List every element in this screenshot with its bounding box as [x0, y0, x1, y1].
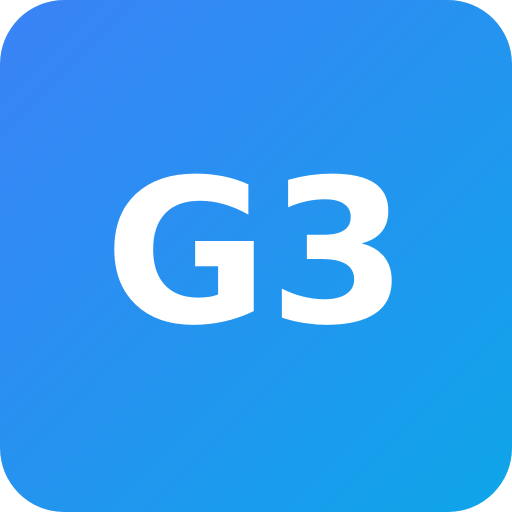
- app-icon-label: G3: [104, 137, 408, 370]
- app-icon: G3: [0, 0, 512, 512]
